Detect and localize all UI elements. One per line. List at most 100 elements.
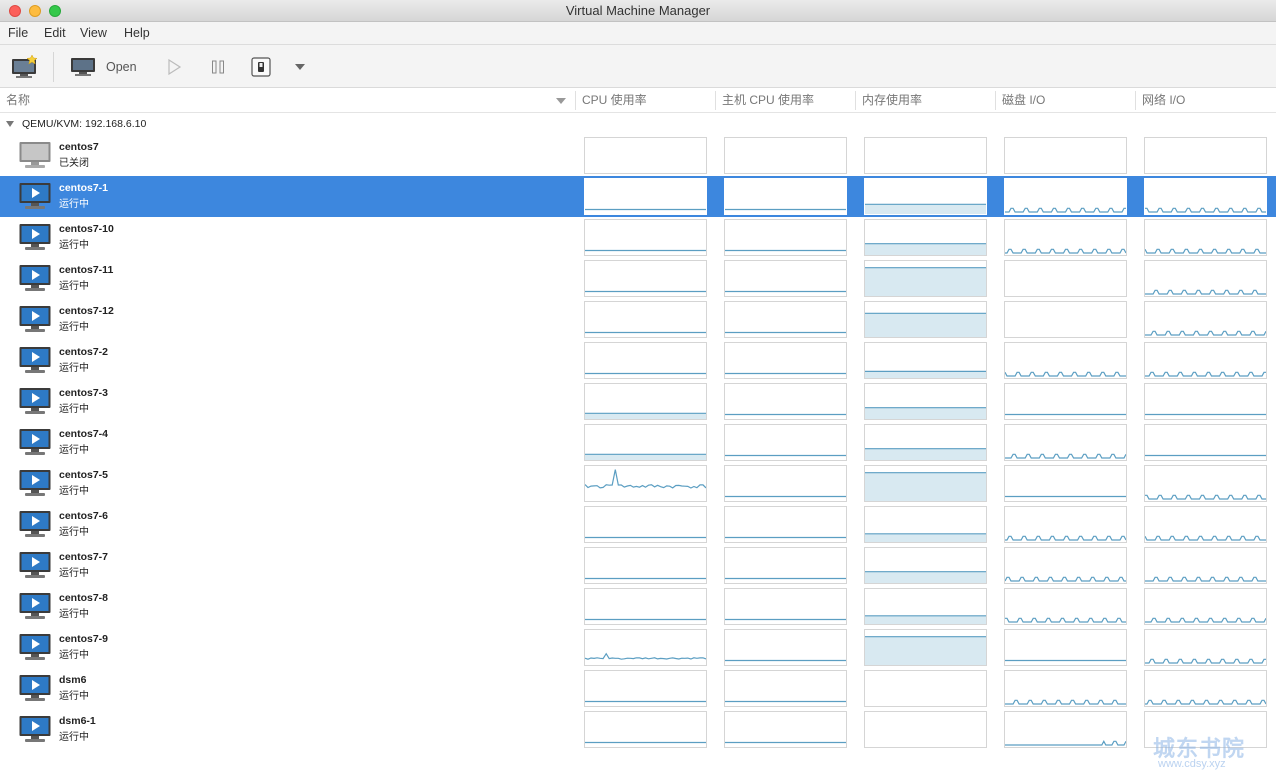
cpu-usage-graph [584,383,707,420]
column-cpu[interactable]: CPU 使用率 [576,88,647,113]
network-io-graph [1144,178,1267,215]
vm-row[interactable]: dsm6-1 运行中 [0,709,1276,750]
column-host-cpu[interactable]: 主机 CPU 使用率 [716,88,814,113]
vm-row[interactable]: centos7-3 运行中 [0,381,1276,422]
new-vm-button[interactable] [11,45,39,88]
vm-running-icon [19,223,51,253]
vm-status: 运行中 [59,609,89,620]
disk-io-graph [1004,711,1127,748]
menu-edit[interactable]: Edit [44,22,66,45]
sort-arrow-icon[interactable] [556,98,566,104]
network-io-graph [1144,588,1267,625]
network-io-graph [1144,260,1267,297]
open-button-label: Open [106,59,137,74]
vm-running-icon [19,428,51,458]
cpu-usage-graph [584,178,707,215]
console-icon [71,57,95,76]
vm-status: 运行中 [59,445,89,456]
vm-name: dsm6-1 [59,715,96,727]
vm-row[interactable]: centos7-10 运行中 [0,217,1276,258]
vm-name: centos7-6 [59,510,109,522]
vm-row[interactable]: centos7-1 运行中 [0,176,1276,217]
memory-usage-graph [864,424,987,461]
vm-row[interactable]: centos7-6 运行中 [0,504,1276,545]
disk-io-graph [1004,424,1127,461]
connection-row[interactable]: QEMU/KVM: 192.168.6.10 [0,113,1276,135]
vm-running-icon [19,633,51,663]
host-cpu-usage-graph [724,588,847,625]
open-button[interactable]: Open [70,45,137,88]
column-memory[interactable]: 内存使用率 [856,88,922,113]
host-cpu-usage-graph [724,178,847,215]
menu-help[interactable]: Help [124,22,150,45]
watermark-url: www.cdsy.xyz [1158,758,1226,770]
column-name[interactable]: 名称 [0,88,30,113]
vm-stopped-icon [19,141,51,171]
disk-io-graph [1004,137,1127,174]
network-io-graph [1144,506,1267,543]
cpu-usage-graph [584,342,707,379]
shutdown-menu-button[interactable] [294,45,306,88]
memory-usage-graph [864,301,987,338]
vm-running-icon [19,510,51,540]
column-disk-io[interactable]: 磁盘 I/O [996,88,1045,113]
disk-io-graph [1004,629,1127,666]
play-icon [168,58,182,75]
host-cpu-usage-graph [724,260,847,297]
vm-row[interactable]: centos7-4 运行中 [0,422,1276,463]
memory-usage-graph [864,588,987,625]
network-io-graph [1144,547,1267,584]
vm-name: dsm6 [59,674,87,686]
vm-status: 运行中 [59,527,89,538]
vm-status: 运行中 [59,486,89,497]
vm-running-icon [19,551,51,581]
disk-io-graph [1004,670,1127,707]
cpu-usage-graph [584,260,707,297]
shutdown-button[interactable] [251,45,271,88]
vm-status: 运行中 [59,240,89,251]
vm-running-icon [19,182,51,212]
host-cpu-usage-graph [724,629,847,666]
vm-row[interactable]: centos7-2 运行中 [0,340,1276,381]
vm-running-icon [19,346,51,376]
network-io-graph [1144,670,1267,707]
shutdown-icon [251,56,271,77]
cpu-usage-graph [584,670,707,707]
memory-usage-graph [864,383,987,420]
vm-name: centos7 [59,141,99,153]
pause-icon [212,60,224,73]
host-cpu-usage-graph [724,219,847,256]
memory-usage-graph [864,260,987,297]
pause-button[interactable] [210,45,226,88]
column-network-io[interactable]: 网络 I/O [1136,88,1185,113]
vm-row[interactable]: centos7-7 运行中 [0,545,1276,586]
vm-status: 运行中 [59,650,89,661]
memory-usage-graph [864,465,987,502]
vm-row[interactable]: centos7-5 运行中 [0,463,1276,504]
vm-row[interactable]: centos7-12 运行中 [0,299,1276,340]
menu-bar: File Edit View Help [0,22,1276,45]
vm-row[interactable]: dsm6 运行中 [0,668,1276,709]
cpu-usage-graph [584,588,707,625]
cpu-usage-graph [584,547,707,584]
vm-running-icon [19,264,51,294]
run-button[interactable] [166,45,182,88]
cpu-usage-graph [584,219,707,256]
vm-status: 运行中 [59,732,89,743]
memory-usage-graph [864,137,987,174]
column-header: 名称 CPU 使用率 主机 CPU 使用率 内存使用率 磁盘 I/O 网络 I/… [0,88,1276,113]
disclosure-triangle-icon[interactable] [6,121,14,127]
disk-io-graph [1004,260,1127,297]
vm-row[interactable]: centos7 已关闭 [0,135,1276,176]
vm-status: 运行中 [59,568,89,579]
vm-status: 运行中 [59,322,89,333]
vm-running-icon [19,387,51,417]
vm-row[interactable]: centos7-9 运行中 [0,627,1276,668]
menu-file[interactable]: File [8,22,28,45]
toolbar: Open [0,45,1276,88]
vm-name: centos7-2 [59,346,109,358]
vm-row[interactable]: centos7-8 运行中 [0,586,1276,627]
vm-row[interactable]: centos7-11 运行中 [0,258,1276,299]
network-io-graph [1144,465,1267,502]
menu-view[interactable]: View [80,22,107,45]
